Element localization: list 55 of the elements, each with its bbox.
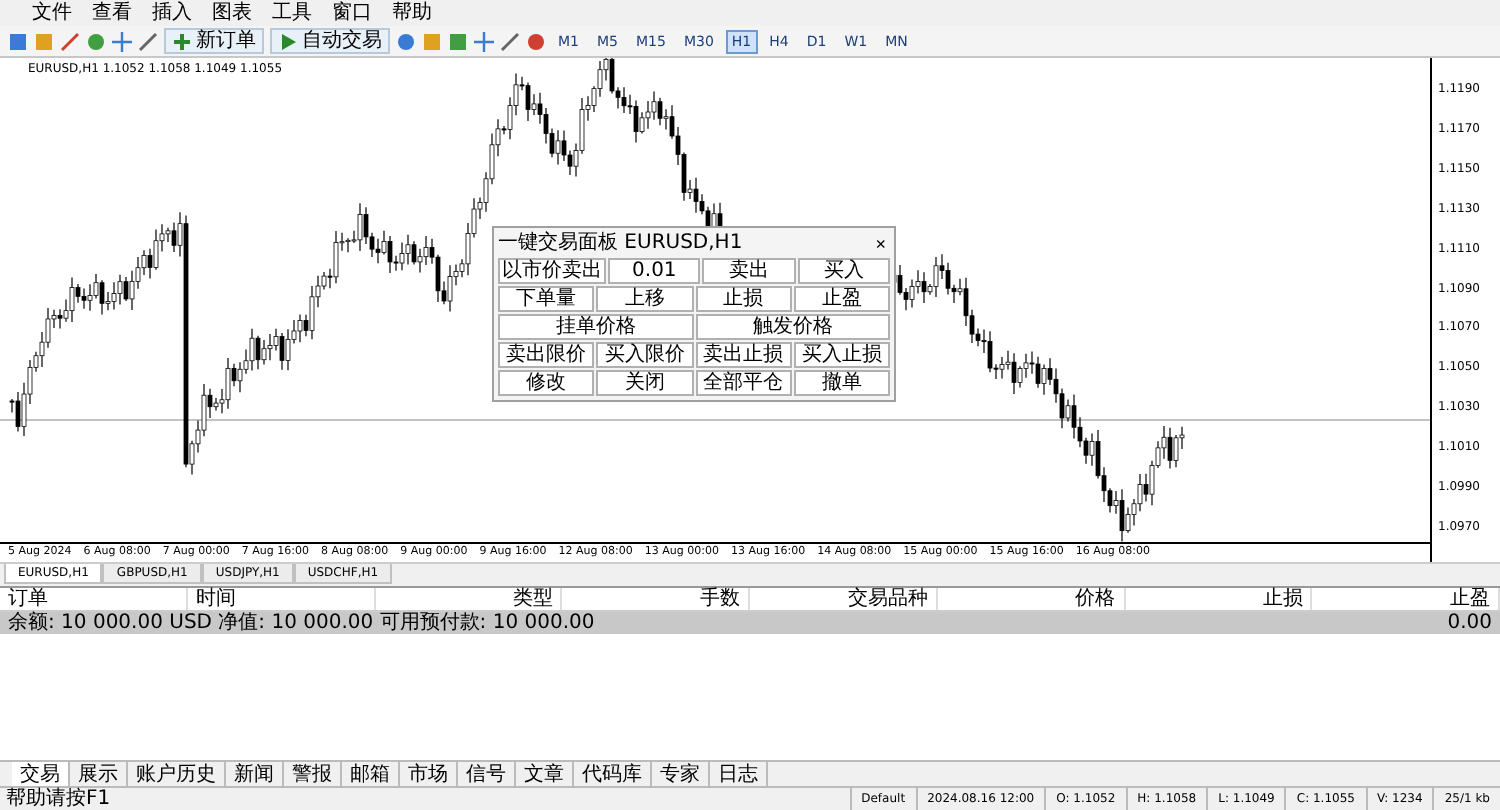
trade-panel-button[interactable]: 撤单 — [793, 370, 890, 396]
column-header[interactable]: 订单 — [0, 588, 188, 610]
panel-title: 一键交易面板 EURUSD,H1 — [498, 232, 743, 256]
column-header[interactable]: 手数 — [562, 588, 750, 610]
trade-panel-button[interactable]: 下单量 — [498, 286, 595, 312]
circle-icon[interactable] — [526, 31, 546, 51]
square-icon[interactable] — [448, 31, 468, 51]
trade-panel-button[interactable]: 卖出限价 — [498, 342, 595, 368]
trade-panel-button[interactable]: 上移 — [596, 286, 693, 312]
column-header[interactable]: 止盈 — [1312, 588, 1500, 610]
trade-panel-button[interactable]: 买入限价 — [596, 342, 693, 368]
line-icon[interactable] — [138, 31, 158, 51]
trade-panel-button[interactable]: 止损 — [695, 286, 792, 312]
trade-panel-button[interactable]: 挂单价格 — [498, 314, 693, 340]
menu-item[interactable]: 插入 — [144, 1, 200, 25]
trade-panel-button[interactable]: 全部平仓 — [695, 370, 792, 396]
trade-panel-button[interactable]: 以市价卖出 — [498, 258, 606, 284]
terminal-tab[interactable]: 交易 — [12, 762, 70, 786]
trade-panel-button[interactable]: 买入止损 — [793, 342, 890, 368]
new-order-button[interactable]: 新订单 — [164, 28, 264, 54]
menu-item[interactable]: 工具 — [264, 1, 320, 25]
trade-panel-button[interactable]: 触发价格 — [695, 314, 890, 340]
trade-panel-button[interactable]: 卖出止损 — [695, 342, 792, 368]
column-header[interactable]: 止损 — [1125, 588, 1313, 610]
play-icon — [278, 31, 298, 51]
plus-icon — [172, 31, 192, 51]
trade-panel-button[interactable]: 止盈 — [793, 286, 890, 312]
column-header[interactable]: 价格 — [937, 588, 1125, 610]
square-icon[interactable] — [8, 31, 28, 51]
circle-icon[interactable] — [396, 31, 416, 51]
crosshair-icon[interactable] — [112, 31, 132, 51]
column-header[interactable]: 交易品种 — [750, 588, 938, 610]
menu-item[interactable]: 窗口 — [324, 1, 380, 25]
status-help-text: 帮助请按F1 — [4, 788, 113, 810]
auto-trading-button[interactable]: 自动交易 — [270, 28, 390, 54]
profit-value: 0.00 — [1447, 612, 1492, 634]
menu-item[interactable]: 图表 — [204, 1, 260, 25]
circle-icon[interactable] — [86, 31, 106, 51]
trade-panel-button[interactable]: 0.01 — [608, 258, 701, 284]
menu-item[interactable]: 查看 — [84, 1, 140, 25]
trade-panel-button[interactable]: 关闭 — [596, 370, 693, 396]
balance-text: 余额: 10 000.00 USD 净值: 10 000.00 可用预付款: 10 000.00 — [8, 612, 595, 634]
menu-item[interactable]: 帮助 — [384, 1, 440, 25]
menu-item[interactable]: 文件 — [24, 1, 80, 25]
column-header[interactable]: 时间 — [187, 588, 375, 610]
trade-panel-button[interactable]: 买入 — [797, 258, 890, 284]
column-header[interactable]: 类型 — [375, 588, 563, 610]
trade-panel-button[interactable]: 修改 — [498, 370, 595, 396]
close-button[interactable]: × — [871, 234, 890, 254]
square-icon[interactable] — [34, 31, 54, 51]
square-icon[interactable] — [422, 31, 442, 51]
crosshair-icon[interactable] — [474, 31, 494, 51]
trade-panel-button[interactable]: 卖出 — [702, 258, 796, 284]
line-icon[interactable] — [500, 31, 520, 51]
line-icon[interactable] — [60, 31, 80, 51]
